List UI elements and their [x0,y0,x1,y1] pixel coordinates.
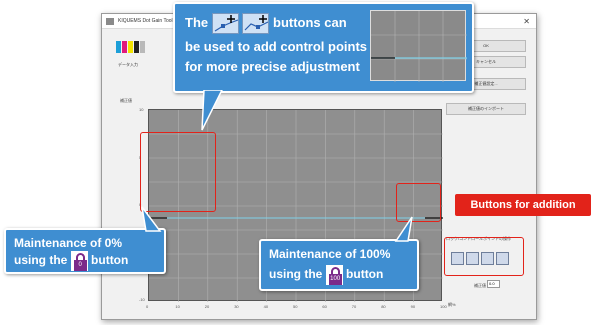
lock-hundred-callout: Maintenance of 100% using the 100 button [259,239,419,291]
callout-text: Maintenance of 100% [269,247,391,261]
callout-text: button [346,267,384,282]
add-point-icon [211,13,239,35]
lock-value: 0 [73,260,87,271]
callout-pointer [201,90,223,131]
import-button[interactable]: 補正値のインポート [446,103,526,115]
callout-text: buttons can [273,15,347,30]
callout-pointer [394,216,413,242]
callout-text: be used to add control points [185,39,367,54]
callout-text: using the [269,267,323,282]
buttons-for-addition-label: Buttons for addition [455,194,591,216]
lock-value: 100 [328,274,342,285]
y-tick-label: -10 [139,297,145,302]
add-point-icon [242,13,270,35]
value-input[interactable]: 0.0 [487,280,500,288]
app-logo-icon [106,18,114,25]
x-tick-label: 70 [351,304,357,309]
value-label: 補正値 [474,283,486,288]
zero-point-highlight [140,132,216,212]
callout-text: button [91,253,129,268]
x-axis-unit: 網% [448,302,456,307]
x-tick-label: 100 [440,304,447,309]
add-points-callout: The buttons can be used to add control p… [173,2,474,93]
swatch-caption: データ入力 [118,62,138,67]
y-tick-label: 10 [139,107,144,112]
lock-icon: 0 [70,251,88,271]
close-icon[interactable]: ✕ [523,14,530,29]
callout-text: Maintenance of 0% [14,236,123,250]
yellow-swatch [128,41,133,53]
callout-text: using the [14,253,68,268]
x-tick-label: 10 [175,304,180,309]
x-tick-label: 90 [410,304,416,309]
gray-swatch [140,41,145,53]
tool-buttons-highlight [444,237,524,276]
y-axis-title: 補正値 [120,98,132,103]
x-tick-label: 60 [322,304,327,309]
black-swatch [134,41,139,53]
x-tick-label: 40 [263,304,269,309]
callout-text: for more precise adjustment [185,59,360,74]
graph-zoom-preview [370,10,467,82]
callout-pointer [141,206,162,232]
magenta-swatch [122,41,127,53]
x-tick-label: 80 [381,304,386,309]
x-tick-label: 50 [293,304,298,309]
x-tick-label: 0 [146,304,149,309]
x-tick-label: 30 [234,304,239,309]
cyan-swatch [116,41,121,53]
color-swatches[interactable] [116,41,152,57]
x-tick-label: 20 [204,304,210,309]
callout-text: The [185,15,209,30]
lock-icon: 100 [325,265,343,285]
